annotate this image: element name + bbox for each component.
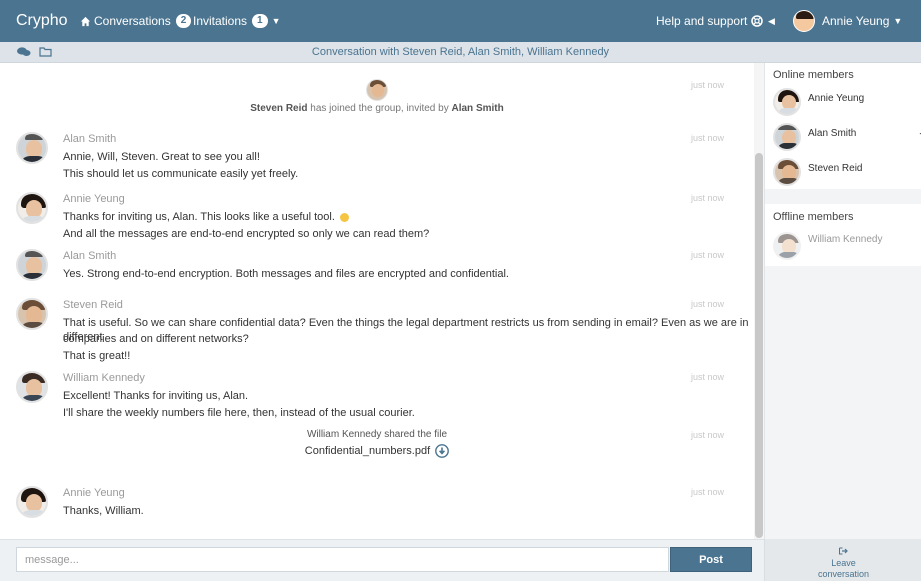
message-sender[interactable]: Alan Smith bbox=[63, 250, 116, 262]
avatar bbox=[793, 10, 815, 32]
timestamp: just now bbox=[690, 430, 724, 440]
conversations-count-badge: 2 bbox=[175, 14, 192, 28]
collapse-panel-icon[interactable]: ◀ bbox=[768, 16, 775, 27]
member-name: Steven Reid bbox=[808, 163, 863, 174]
post-button[interactable]: Post bbox=[670, 547, 752, 572]
timestamp: just now bbox=[690, 299, 724, 309]
member-item[interactable]: Annie Yeung bbox=[773, 88, 921, 118]
nav-help[interactable]: Help and support bbox=[656, 14, 764, 28]
message-line: companies and on different networks? bbox=[63, 333, 249, 345]
message-sender[interactable]: Steven Reid bbox=[63, 299, 123, 311]
member-name: William Kennedy bbox=[808, 234, 883, 245]
message-line: Yes. Strong end-to-end encryption. Both … bbox=[63, 268, 509, 280]
nav-conversations-label: Conversations bbox=[94, 14, 171, 28]
avatar bbox=[16, 192, 48, 224]
nav-conversations[interactable]: Conversations 2 bbox=[80, 14, 192, 28]
avatar bbox=[16, 486, 48, 518]
avatar bbox=[16, 249, 48, 281]
join-inviter[interactable]: Alan Smith bbox=[452, 103, 504, 114]
join-name[interactable]: Steven Reid bbox=[250, 103, 307, 114]
nav-invitations-label: Invitations bbox=[193, 14, 248, 28]
lifebuoy-icon bbox=[747, 15, 764, 27]
chevron-down-icon: ▼ bbox=[893, 16, 903, 26]
message-line: This should let us communicate easily ye… bbox=[63, 168, 299, 180]
leave-area: Leave conversation bbox=[764, 539, 921, 581]
user-menu[interactable]: Annie Yeung ▼ bbox=[793, 10, 902, 32]
invitations-count-badge: 1 bbox=[252, 14, 268, 28]
avatar bbox=[773, 232, 801, 260]
timestamp: just now bbox=[690, 80, 724, 90]
member-item[interactable]: Alan Smith bbox=[773, 123, 921, 153]
file-download-link[interactable]: Confidential_numbers.pdf bbox=[0, 444, 754, 458]
message-text: Thanks for inviting us, Alan. This looks… bbox=[63, 211, 335, 223]
offline-members-title: Offline members bbox=[773, 211, 854, 223]
message-sender[interactable]: Annie Yeung bbox=[63, 193, 125, 205]
sign-out-icon bbox=[839, 547, 848, 557]
member-item[interactable]: William Kennedy bbox=[773, 232, 921, 262]
file-name[interactable]: Confidential_numbers.pdf bbox=[305, 445, 430, 457]
download-circle-icon[interactable] bbox=[435, 444, 450, 458]
member-name: Annie Yeung bbox=[808, 93, 865, 104]
top-navbar: Crypho Conversations 2 Invitations 1 ▼ H… bbox=[0, 0, 921, 42]
brand-logo[interactable]: Crypho bbox=[16, 12, 68, 30]
leave-label-line1: Leave bbox=[831, 558, 856, 568]
message-sender[interactable]: William Kennedy bbox=[63, 372, 145, 384]
online-members-box: Online members Annie Yeung Alan Smith St… bbox=[765, 63, 921, 189]
timestamp: just now bbox=[690, 133, 724, 143]
message-line: Thanks for inviting us, Alan. This looks… bbox=[63, 210, 349, 224]
offline-members-box: Offline members William Kennedy bbox=[765, 204, 921, 266]
message-line: I'll share the weekly numbers file here,… bbox=[63, 407, 415, 419]
leave-label-line2: conversation bbox=[817, 569, 870, 579]
nav-invitations[interactable]: Invitations 1 ▼ bbox=[193, 14, 281, 28]
file-share-text: William Kennedy shared the file bbox=[306, 429, 448, 440]
message-line: Thanks, William. bbox=[63, 505, 144, 517]
smiley-icon bbox=[339, 212, 349, 222]
avatar bbox=[773, 88, 801, 116]
leave-conversation-button[interactable]: Leave conversation bbox=[765, 547, 921, 580]
conversation-title: Conversation with Steven Reid, Alan Smit… bbox=[311, 46, 610, 58]
avatar bbox=[16, 298, 48, 330]
members-panel: Online members Annie Yeung Alan Smith St… bbox=[764, 63, 921, 539]
timestamp: just now bbox=[690, 372, 724, 382]
avatar bbox=[366, 79, 388, 101]
member-item[interactable]: Steven Reid bbox=[773, 158, 921, 188]
message-input[interactable] bbox=[16, 547, 669, 572]
avatar bbox=[16, 132, 48, 164]
join-notice-text: Steven Reid has joined the group, invite… bbox=[0, 103, 754, 114]
message-list: Steven Reid has joined the group, invite… bbox=[0, 63, 754, 539]
timestamp: just now bbox=[690, 487, 724, 497]
user-name: Annie Yeung bbox=[822, 14, 890, 28]
chevron-down-icon: ▼ bbox=[271, 16, 281, 26]
message-sender[interactable]: Alan Smith bbox=[63, 133, 116, 145]
avatar bbox=[16, 371, 48, 403]
home-icon bbox=[80, 16, 94, 27]
timestamp: just now bbox=[690, 250, 724, 260]
join-middle: has joined the group, invited by bbox=[310, 103, 449, 114]
message-line: Excellent! Thanks for inviting us, Alan. bbox=[63, 390, 249, 402]
conversation-header: Conversation with Steven Reid, Alan Smit… bbox=[0, 42, 921, 63]
message-line: And all the messages are end-to-end encr… bbox=[63, 228, 430, 240]
message-line: Annie, Will, Steven. Great to see you al… bbox=[63, 151, 260, 163]
chat-scrollbar[interactable] bbox=[754, 63, 764, 539]
online-members-title: Online members bbox=[773, 69, 854, 81]
message-composer: Post bbox=[0, 539, 764, 581]
message-line: That is great!! bbox=[63, 350, 131, 362]
message-sender[interactable]: Annie Yeung bbox=[63, 487, 125, 499]
member-name: Alan Smith bbox=[808, 128, 857, 139]
avatar bbox=[773, 158, 801, 186]
timestamp: just now bbox=[690, 193, 724, 203]
avatar bbox=[773, 123, 801, 151]
nav-help-label: Help and support bbox=[656, 14, 748, 28]
scrollbar-thumb[interactable] bbox=[755, 153, 763, 538]
